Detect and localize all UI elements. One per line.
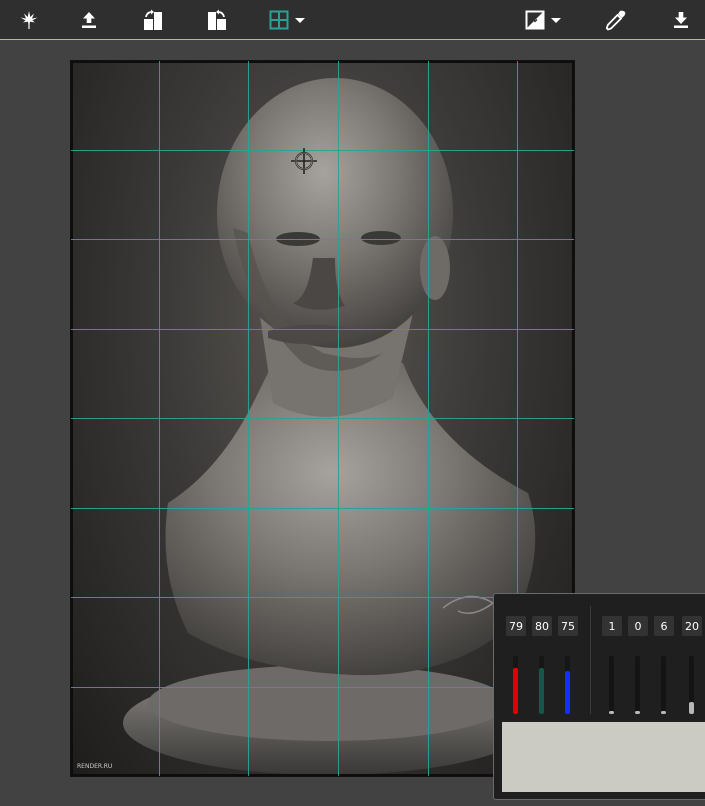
eyedropper-icon: [605, 10, 626, 31]
slider-value: 20: [682, 616, 702, 636]
slider-track[interactable]: [689, 656, 694, 714]
download-button[interactable]: [670, 4, 692, 36]
extra-slider-3[interactable]: 6: [654, 616, 674, 714]
grid-line: [71, 239, 574, 240]
red-value: 79: [506, 616, 526, 636]
grid-line: [71, 329, 574, 330]
slider-fill: [513, 668, 518, 714]
slider-fill: [635, 711, 640, 714]
divider: [590, 606, 591, 714]
rotate-right-button[interactable]: [141, 4, 165, 36]
leaf-button[interactable]: [18, 4, 40, 36]
slider-track[interactable]: [513, 656, 518, 714]
slider-fill: [565, 670, 570, 714]
eyedropper-button[interactable]: [605, 4, 627, 36]
green-value: 80: [532, 616, 552, 636]
slider-track[interactable]: [635, 656, 640, 714]
contrast-menu-button[interactable]: [522, 4, 564, 36]
rotate-right-icon: [144, 9, 162, 30]
green-slider[interactable]: 80: [532, 616, 552, 714]
extra-slider-1[interactable]: 1: [602, 616, 622, 714]
slider-track[interactable]: [539, 656, 544, 714]
grid-icon: [269, 10, 289, 30]
contrast-icon: [525, 10, 545, 30]
chevron-down-icon: [295, 17, 305, 23]
slider-track[interactable]: [565, 656, 570, 714]
slider-fill: [539, 667, 544, 714]
slider-value: 0: [628, 616, 648, 636]
extra-slider-2[interactable]: 0: [628, 616, 648, 714]
rotate-left-button[interactable]: [205, 4, 229, 36]
blue-value: 75: [558, 616, 578, 636]
slider-track[interactable]: [661, 656, 666, 714]
slider-value: 1: [602, 616, 622, 636]
grid-line: [71, 508, 574, 509]
leaf-icon: [20, 11, 38, 29]
grid-menu-button[interactable]: [266, 4, 308, 36]
color-panel: 79 80 75 1 0 6 20: [493, 593, 705, 800]
upload-icon: [82, 12, 96, 28]
rotate-left-icon: [208, 9, 226, 30]
slider-fill: [689, 702, 694, 714]
blue-slider[interactable]: 75: [558, 616, 578, 714]
slider-track[interactable]: [609, 656, 614, 714]
slider-fill: [609, 711, 614, 714]
download-icon: [674, 12, 688, 28]
chevron-down-icon: [551, 17, 561, 23]
slider-fill: [661, 710, 666, 714]
color-swatch: [502, 722, 705, 792]
extra-slider-4[interactable]: 20: [682, 616, 702, 714]
toolbar: [0, 0, 705, 40]
red-slider[interactable]: 79: [506, 616, 526, 714]
grid-line: [71, 418, 574, 419]
upload-button[interactable]: [78, 4, 100, 36]
grid-line: [71, 150, 574, 151]
slider-value: 6: [654, 616, 674, 636]
crosshair-icon[interactable]: [290, 147, 318, 175]
